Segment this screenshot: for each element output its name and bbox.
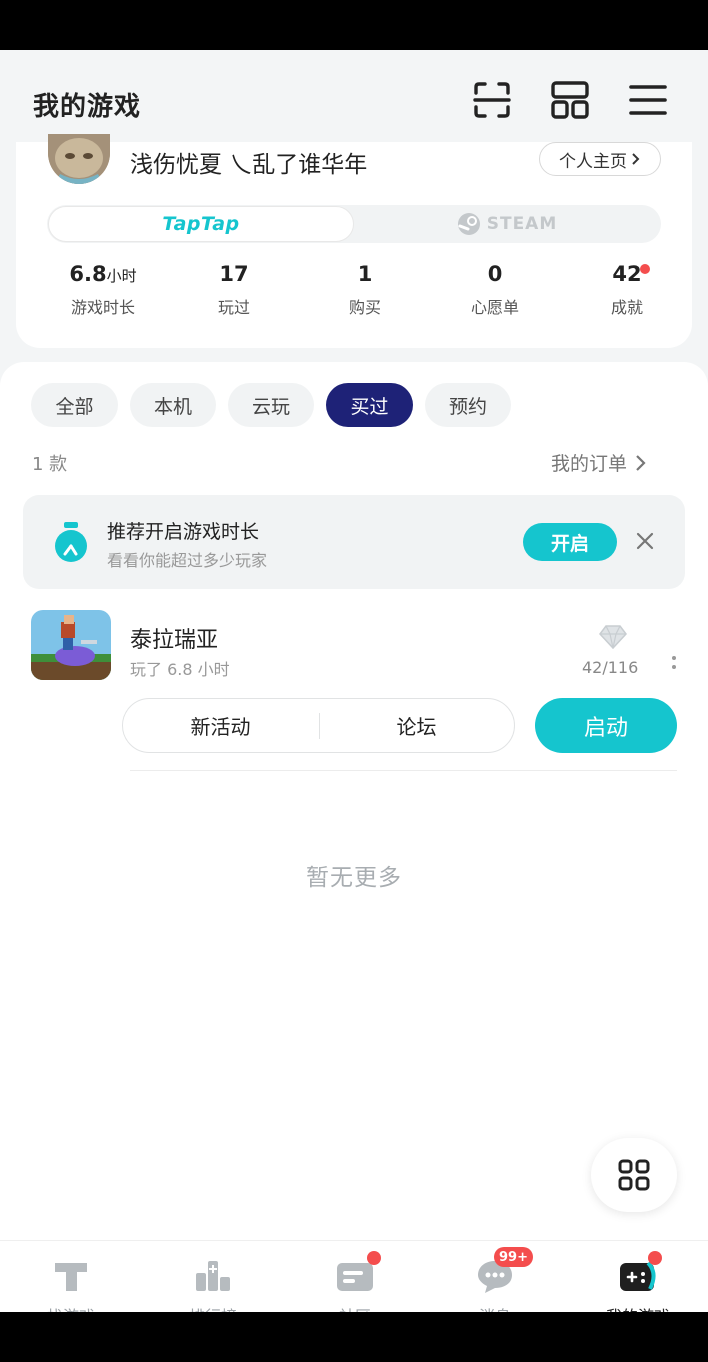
stats-row: 6.8小时 游戏时长 17 玩过 1 购买 0 心愿单 42 成就 [16,262,692,322]
steam-label: STEAM [486,214,558,234]
playtime-recommend-banner: 推荐开启游戏时长 看看你能超过多少玩家 开启 [23,495,685,589]
row-divider [130,770,677,771]
stat-purchased-label: 购买 [348,298,381,317]
more-vertical-icon[interactable] [670,654,678,674]
stopwatch-icon [55,522,87,562]
floating-grid-button[interactable] [591,1138,677,1212]
game-playtime: 玩了 6.8 小时 [130,660,230,679]
tab-messages-label: 消息 [445,1303,545,1312]
achievements-dot [640,264,650,274]
recommend-subtitle: 看看你能超过多少玩家 [107,551,268,570]
game-list-section: 全部 本机 云玩 买过 预约 1 款 我的订单 推荐开启游戏时长 看看你能超过多… [0,362,708,1262]
filter-all[interactable]: 全部 [31,383,118,427]
status-bar [0,0,708,50]
stat-played[interactable]: 17 玩过 [169,262,299,318]
community-dot [367,1251,381,1265]
game-icon-terraria[interactable] [31,610,111,680]
stat-playtime-label: 游戏时长 [70,298,135,317]
scan-icon[interactable] [472,80,512,120]
stat-playtime[interactable]: 6.8小时 游戏时长 [38,262,168,318]
chevron-right-icon [636,454,646,471]
stat-wishlist[interactable]: 0 心愿单 [430,262,560,318]
filter-local[interactable]: 本机 [130,383,216,427]
stat-wishlist-value: 0 [487,262,503,286]
launch-button[interactable]: 启动 [535,698,677,753]
tab-community-label: 社区 [305,1303,405,1312]
platform-steam-tab[interactable]: STEAM [354,206,660,242]
profile-home-button[interactable]: 个人主页 [539,142,661,176]
ranking-icon [196,1261,230,1291]
no-more-hint: 暂无更多 [306,865,402,891]
platform-taptap-tab[interactable]: TapTap [48,206,354,242]
forum-button[interactable]: 论坛 [319,699,514,752]
stat-played-label: 玩过 [217,298,250,317]
profile-home-label: 个人主页 [559,151,627,172]
stat-achievements-label: 成就 [610,298,643,317]
apps-grid-icon [618,1159,650,1191]
filter-purchased[interactable]: 买过 [326,383,413,427]
recommend-title: 推荐开启游戏时长 [107,521,260,543]
grid-icon[interactable] [550,80,590,120]
tab-find-games-label: 找游戏 [21,1303,121,1312]
tab-messages[interactable]: 99+ 消息 [445,1247,545,1312]
bottom-tab-bar: 找游戏 排行榜 社区 99+ 消 [0,1240,708,1312]
tab-ranking-label: 排行榜 [163,1303,263,1312]
messages-badge: 99+ [494,1247,533,1267]
filter-cloud[interactable]: 云玩 [228,383,314,427]
platform-toggle: TapTap STEAM [47,205,661,243]
close-icon[interactable] [633,529,657,553]
game-count: 1 款 [32,454,68,475]
chevron-right-icon [632,153,640,165]
system-nav-bar [0,1312,708,1362]
my-games-dot [648,1251,662,1265]
profile-card: 浅伤忧夏 乀乱了谁华年 个人主页 TapTap STEAM 6.8小时 游戏时长 [16,134,692,348]
my-orders-link[interactable]: 我的订单 [551,449,647,476]
filter-reserved[interactable]: 预约 [425,383,511,427]
page-title: 我的游戏 [33,92,142,122]
avatar[interactable] [48,134,110,184]
stat-wishlist-label: 心愿单 [470,298,519,317]
game-list-item: 泰拉瑞亚 玩了 6.8 小时 42/116 新活动 论坛 启动 [0,606,708,776]
new-activity-button[interactable]: 新活动 [123,699,318,752]
enable-playtime-button[interactable]: 开启 [523,523,617,561]
stat-playtime-unit: 小时 [106,267,137,285]
stat-purchased[interactable]: 1 购买 [300,262,430,318]
stat-achievements-value: 42 [612,262,642,286]
steam-icon [457,213,480,235]
stat-achievements[interactable]: 42 成就 [562,262,692,318]
game-name[interactable]: 泰拉瑞亚 [130,622,218,654]
stat-played-value: 17 [219,262,249,286]
achievement-icon [599,625,627,650]
header: 我的游戏 [0,50,708,145]
my-orders-label: 我的订单 [551,453,628,475]
stat-purchased-value: 1 [357,262,373,286]
tab-my-games[interactable]: 我的游戏 [588,1251,688,1312]
tab-ranking[interactable]: 排行榜 [163,1251,263,1312]
stat-playtime-value: 6.8 [69,262,107,286]
achievement-count: 42/116 [582,658,639,677]
username: 浅伤忧夏 乀乱了谁华年 [130,152,368,178]
tab-community[interactable]: 社区 [305,1251,405,1312]
app-screen: 我的游戏 浅伤忧夏 乀乱了谁华年 个人主页 TapTap STEAM 6.8小时… [0,50,708,1312]
tab-my-games-label: 我的游戏 [588,1303,688,1312]
tab-find-games[interactable]: 找游戏 [21,1251,121,1312]
game-action-group: 新活动 论坛 [122,698,515,753]
taptap-icon [55,1263,87,1291]
menu-icon[interactable] [628,80,668,120]
